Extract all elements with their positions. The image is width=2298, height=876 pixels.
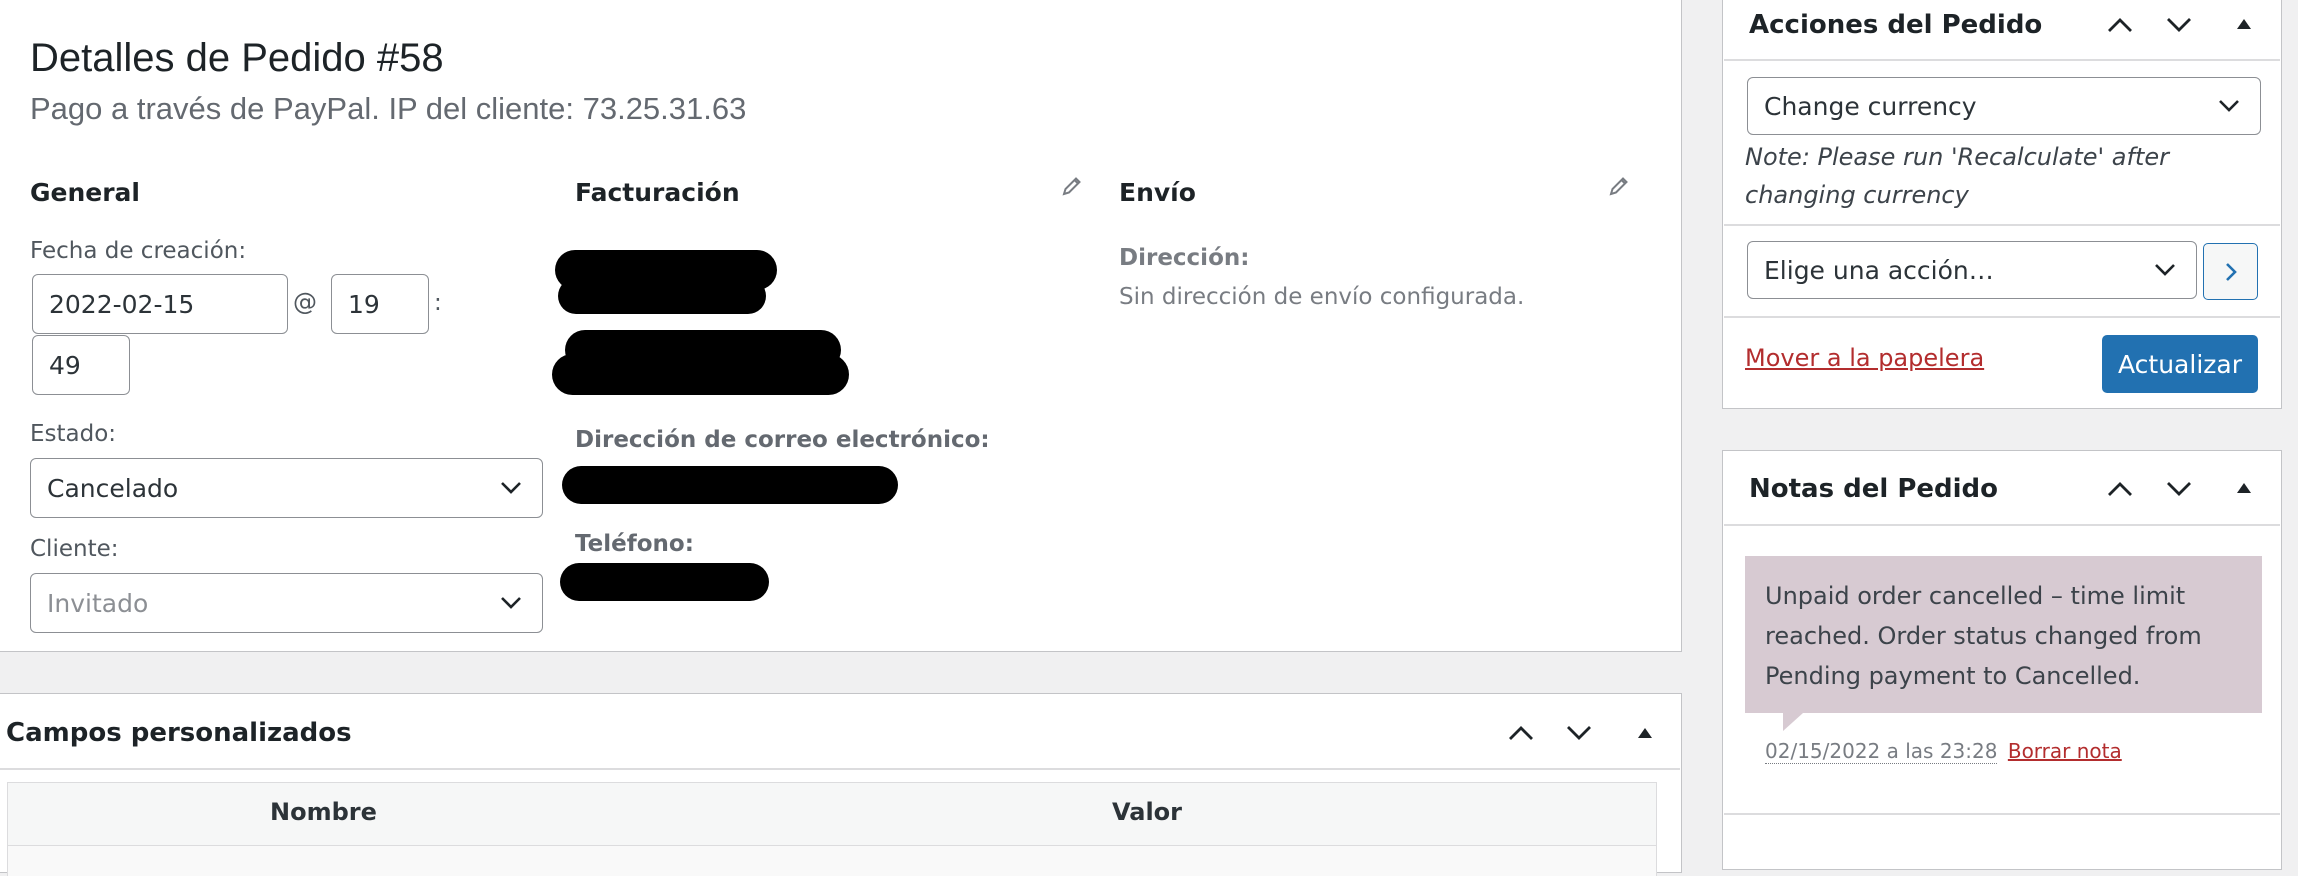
status-label: Estado: — [30, 421, 117, 447]
general-heading: General — [30, 178, 140, 207]
move-down-chevron-icon[interactable] — [1561, 715, 1597, 751]
time-colon: : — [434, 290, 442, 316]
collapse-triangle-icon[interactable] — [2226, 6, 2262, 42]
chevron-down-icon — [2214, 91, 2244, 121]
shipping-address-value: Sin dirección de envío configurada. — [1119, 284, 1525, 310]
redacted-billing-line2 — [558, 278, 766, 314]
collapse-triangle-icon[interactable] — [2226, 470, 2262, 506]
move-down-chevron-icon[interactable] — [2161, 7, 2197, 43]
customer-select[interactable]: Invitado — [30, 573, 543, 633]
actions-divider-1 — [1724, 224, 2280, 226]
redacted-phone — [560, 563, 769, 601]
custom-fields-divider — [0, 768, 1680, 770]
move-down-chevron-icon[interactable] — [2161, 471, 2197, 507]
redacted-email — [562, 466, 898, 504]
order-action-select[interactable]: Elige una acción… — [1747, 241, 2197, 299]
date-created-label: Fecha de creación: — [30, 238, 247, 264]
order-notes-heading: Notas del Pedido — [1749, 474, 1999, 504]
actions-header-divider — [1724, 59, 2280, 61]
change-currency-select[interactable]: Change currency — [1747, 77, 2261, 135]
notes-divider — [1724, 813, 2280, 815]
date-created-input[interactable]: 2022-02-15 — [32, 274, 288, 334]
order-actions-heading: Acciones del Pedido — [1749, 10, 2043, 40]
shipping-address-label: Dirección: — [1119, 245, 1250, 271]
redacted-billing-country — [552, 354, 849, 395]
custom-fields-heading: Campos personalizados — [6, 718, 352, 748]
chevron-down-icon — [496, 588, 526, 618]
move-up-chevron-icon[interactable] — [2102, 7, 2138, 43]
email-label: Dirección de correo electrónico: — [575, 427, 990, 453]
column-header-value: Valor — [1112, 798, 1183, 826]
customer-label: Cliente: — [30, 536, 119, 562]
collapse-triangle-icon[interactable] — [1627, 715, 1663, 751]
status-select-value: Cancelado — [47, 473, 179, 503]
minute-input[interactable]: 49 — [32, 335, 130, 395]
custom-fields-table-header — [7, 782, 1657, 846]
note-meta: 02/15/2022 a las 23:28 Borrar nota — [1765, 739, 2122, 764]
page-title: Detalles de Pedido #58 — [30, 36, 444, 80]
edit-shipping-pencil-icon[interactable] — [1601, 168, 1637, 204]
hour-input[interactable]: 19 — [331, 274, 429, 334]
chevron-right-icon — [2225, 262, 2237, 281]
move-up-chevron-icon[interactable] — [1503, 715, 1539, 751]
at-sign: @ — [293, 288, 317, 316]
update-button[interactable]: Actualizar — [2102, 335, 2258, 393]
custom-fields-table-body — [7, 846, 1657, 876]
column-header-name: Nombre — [270, 798, 377, 826]
move-to-trash-link[interactable]: Mover a la papelera — [1745, 344, 1984, 372]
actions-divider-2 — [1724, 316, 2280, 318]
move-up-chevron-icon[interactable] — [2102, 471, 2138, 507]
change-currency-value: Change currency — [1764, 91, 1977, 121]
apply-action-button[interactable] — [2203, 243, 2258, 300]
chevron-down-icon — [2150, 255, 2180, 285]
order-subtitle: Pago a través de PayPal. IP del cliente:… — [30, 91, 747, 126]
note-bubble-tail — [1783, 713, 1803, 731]
order-action-value: Elige una acción… — [1764, 255, 1994, 285]
recalculate-note: Note: Please run 'Recalculate' after cha… — [1745, 143, 2169, 209]
shipping-heading: Envío — [1119, 178, 1196, 207]
delete-note-link[interactable]: Borrar nota — [2008, 739, 2122, 763]
status-select[interactable]: Cancelado — [30, 458, 543, 518]
order-note-bubble: Unpaid order cancelled – time limit reac… — [1745, 556, 2262, 713]
customer-select-placeholder: Invitado — [47, 588, 149, 618]
order-note-text: Unpaid order cancelled – time limit reac… — [1765, 582, 2202, 690]
phone-label: Teléfono: — [575, 531, 694, 557]
billing-heading: Facturación — [575, 178, 740, 207]
chevron-down-icon — [496, 473, 526, 503]
edit-billing-pencil-icon[interactable] — [1054, 168, 1090, 204]
notes-header-divider — [1724, 524, 2280, 526]
note-date: 02/15/2022 a las 23:28 — [1765, 739, 1998, 764]
